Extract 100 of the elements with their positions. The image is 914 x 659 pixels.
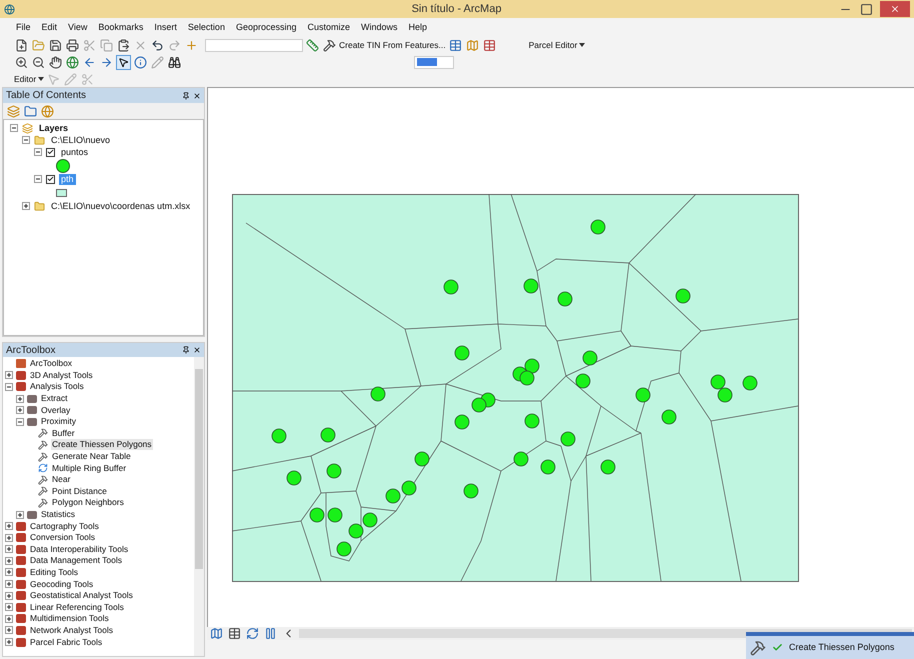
toc-item[interactable]: Layers (37, 122, 70, 134)
collapse-icon[interactable] (22, 136, 30, 144)
collapse-icon[interactable] (34, 175, 42, 183)
toolbox-item[interactable]: Network Analyst Tools (29, 624, 114, 636)
pan-icon[interactable] (49, 56, 62, 68)
expand-icon[interactable] (16, 510, 24, 519)
toc-item[interactable]: C:\ELIO\nuevo (49, 134, 112, 146)
select-tool-button[interactable] (116, 54, 131, 70)
menu-item[interactable]: Selection (188, 20, 225, 34)
back-icon[interactable] (83, 56, 96, 68)
menu-item[interactable]: Customize (308, 20, 350, 34)
toolbox-item[interactable]: Near (51, 474, 72, 486)
expand-icon[interactable] (5, 568, 13, 576)
toolbox-item[interactable]: Extract (40, 393, 68, 404)
expand-icon[interactable] (5, 592, 13, 600)
pin-icon[interactable] (182, 92, 190, 100)
menu-item[interactable]: Bookmarks (98, 20, 144, 34)
menu-item[interactable]: Geoprocessing (236, 20, 296, 34)
toolbox-item[interactable]: Generate Near Table (51, 451, 132, 462)
collapse-icon[interactable] (5, 382, 13, 391)
caret-icon[interactable] (579, 43, 586, 47)
expand-icon[interactable] (5, 626, 13, 634)
info-icon[interactable] (134, 56, 147, 68)
toolbox-item[interactable]: 3D Analyst Tools (29, 370, 94, 381)
restore-button[interactable] (860, 2, 873, 16)
toolbox-item[interactable]: Data Management Tools (29, 555, 123, 566)
pin-icon[interactable] (182, 346, 190, 354)
menu-item[interactable]: File (16, 20, 31, 34)
toolbox-item[interactable]: Geostatistical Analyst Tools (29, 590, 134, 602)
find-icon[interactable] (168, 56, 181, 68)
full-extent-icon[interactable] (66, 56, 79, 68)
expand-icon[interactable] (16, 394, 24, 403)
expand-icon[interactable] (5, 638, 13, 646)
data-view-icon[interactable] (210, 627, 223, 640)
zoom-out-icon[interactable] (32, 56, 45, 68)
expand-icon[interactable] (16, 406, 24, 414)
toolbox-item[interactable]: Cartography Tools (29, 520, 100, 532)
refresh-icon[interactable] (246, 627, 259, 640)
toolbox-item[interactable]: Overlay (40, 404, 72, 416)
expand-icon[interactable] (5, 522, 13, 530)
expand-icon[interactable] (5, 545, 13, 554)
expand-icon[interactable] (5, 580, 13, 588)
layer-checkbox[interactable] (46, 148, 55, 156)
toolbox-item[interactable]: Analysis Tools (29, 381, 85, 392)
zoom-field[interactable] (414, 56, 454, 68)
expand-icon[interactable] (5, 603, 13, 612)
parcel-editor-menu[interactable]: Parcel Editor (528, 38, 586, 52)
expand-icon[interactable] (22, 202, 30, 210)
collapse-icon[interactable] (10, 124, 18, 132)
map-icon[interactable] (466, 38, 479, 52)
menu-item[interactable]: Edit (42, 20, 58, 34)
expand-icon[interactable] (5, 371, 13, 380)
toolbox-item[interactable]: Proximity (40, 416, 77, 428)
scale-field[interactable] (205, 38, 303, 52)
toolbox-item[interactable]: Point Distance (51, 486, 108, 497)
close-button[interactable] (880, 1, 910, 17)
menu-item[interactable]: View (68, 20, 88, 34)
toolbox-item[interactable]: Conversion Tools (29, 532, 96, 544)
zoom-in-icon[interactable] (15, 56, 28, 68)
add-data-icon[interactable] (185, 38, 198, 52)
scrollbar[interactable] (194, 357, 204, 656)
table-icon[interactable] (482, 38, 496, 52)
menu-item[interactable]: Insert (154, 20, 177, 34)
toolbox-item[interactable]: Polygon Neighbors (51, 497, 125, 508)
toolbox-item[interactable]: Create Thiessen Polygons (51, 439, 153, 450)
expand-icon[interactable] (5, 556, 13, 565)
toolbox-item[interactable]: Editing Tools (29, 566, 80, 578)
menu-item[interactable]: Help (408, 20, 428, 34)
undo-icon[interactable] (151, 38, 164, 52)
layer-checkbox[interactable] (46, 174, 55, 184)
hammer-icon[interactable] (323, 38, 336, 52)
toolbox-item[interactable]: Data Interoperability Tools (29, 544, 130, 555)
close-icon[interactable] (193, 346, 201, 354)
caret-icon[interactable] (38, 77, 44, 81)
table-icon[interactable] (448, 38, 462, 52)
paste-icon[interactable] (117, 38, 130, 52)
toolbox-item[interactable]: Linear Referencing Tools (29, 602, 125, 613)
collapse-icon[interactable] (34, 148, 42, 156)
toolbox-item[interactable]: Parcel Fabric Tools (29, 636, 104, 648)
close-icon[interactable] (193, 92, 201, 100)
collapse-icon[interactable] (16, 418, 24, 426)
save-icon[interactable] (49, 38, 62, 52)
toc-item[interactable]: C:\ELIO\nuevo\coordenas utm.xlsx (49, 200, 192, 212)
editor-menu[interactable]: Editor (14, 72, 44, 86)
toolbox-item[interactable]: Statistics (40, 509, 76, 520)
toolbox-item[interactable]: Multidimension Tools (29, 613, 110, 624)
menu-item[interactable]: Windows (361, 20, 398, 34)
forward-icon[interactable] (100, 56, 113, 68)
toolbox-item[interactable]: Buffer (51, 428, 76, 439)
notification-popup[interactable]: Create Thiessen Polygons (746, 632, 914, 659)
new-file-icon[interactable] (15, 38, 28, 52)
expand-icon[interactable] (5, 614, 13, 623)
pause-icon[interactable] (264, 627, 277, 640)
layout-view-icon[interactable] (228, 627, 241, 640)
toolbox-item[interactable]: ArcToolbox (29, 358, 74, 370)
print-icon[interactable] (66, 38, 79, 52)
tool-button[interactable]: Create TIN From Features... (339, 38, 446, 52)
toc-item[interactable]: puntos (59, 146, 90, 158)
toolbox-item[interactable]: Multiple Ring Buffer (51, 462, 128, 474)
toolbox-item[interactable]: Geocoding Tools (29, 578, 94, 590)
